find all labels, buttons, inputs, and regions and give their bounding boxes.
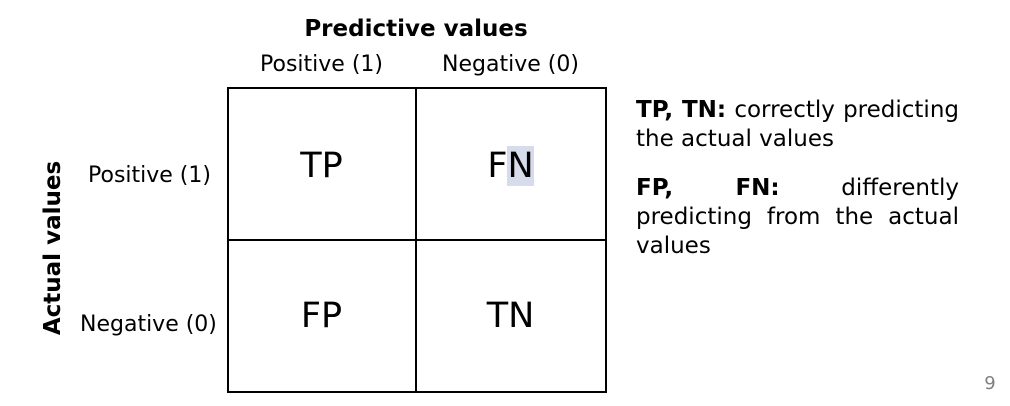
cell-false-positive: FP bbox=[300, 296, 343, 336]
column-label-positive: Positive (1) bbox=[260, 52, 383, 77]
note-fp-fn: FP, FN: differently predicting from the … bbox=[636, 174, 959, 261]
cell-true-negative: TN bbox=[486, 296, 535, 336]
cell-true-positive: TP bbox=[300, 146, 343, 186]
note-tp-tn: TP, TN: correctly predicting the actual … bbox=[636, 96, 959, 154]
matrix-horizontal-divider bbox=[227, 239, 607, 241]
predicted-values-title: Predictive values bbox=[304, 16, 528, 42]
actual-values-title: Actual values bbox=[40, 160, 66, 336]
note-tp-tn-term: TP, TN: bbox=[636, 97, 727, 123]
page-number: 9 bbox=[984, 373, 996, 394]
cell-false-negative: FN bbox=[416, 146, 605, 186]
row-label-negative: Negative (0) bbox=[80, 312, 217, 337]
text-selection-highlight: N bbox=[507, 146, 534, 186]
cell-false-negative-first: F bbox=[487, 146, 508, 186]
note-fp-fn-term: FP, FN: bbox=[636, 175, 780, 201]
column-label-negative: Negative (0) bbox=[442, 52, 579, 77]
row-label-positive: Positive (1) bbox=[88, 163, 211, 188]
